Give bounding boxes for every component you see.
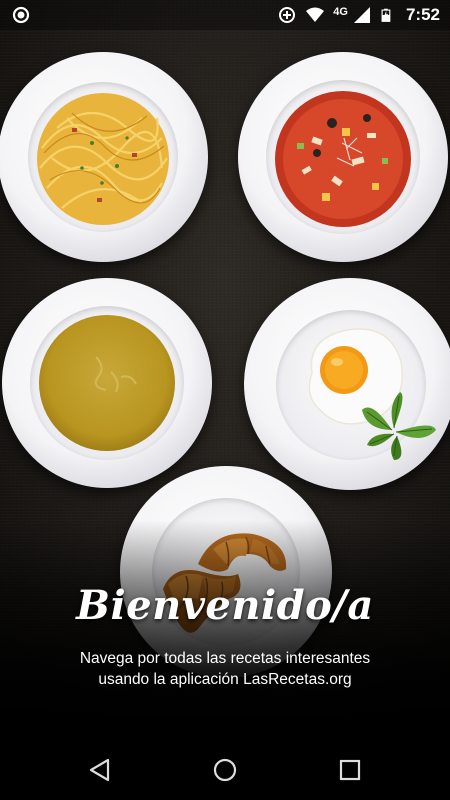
cream-soup-image (39, 315, 175, 451)
data-saver-icon (279, 7, 296, 23)
back-icon[interactable] (86, 756, 114, 784)
spaghetti-image (37, 93, 169, 225)
spaghetti-plate[interactable] (0, 52, 208, 262)
basil-leaves-image (362, 392, 436, 460)
wifi-icon (306, 7, 325, 22)
status-bar: 4G 7:52 (0, 0, 450, 30)
home-icon[interactable] (211, 756, 239, 784)
navigation-bar (0, 740, 450, 800)
welcome-title: Bienvenido/a (76, 582, 374, 629)
welcome-description: Navega por todas las recetas interesante… (79, 650, 371, 688)
status-time: 7:52 (405, 5, 440, 24)
vegetable-soup-image (275, 91, 411, 227)
cream-soup-plate[interactable] (2, 278, 212, 488)
fried-egg-plate[interactable] (244, 278, 450, 490)
recent-apps-icon[interactable] (336, 756, 364, 784)
vegetable-soup-plate[interactable] (238, 52, 448, 262)
network-type-label: 4G (333, 6, 348, 18)
battery-charging-icon (381, 8, 391, 22)
notification-circle-icon (12, 6, 30, 24)
signal-icon (353, 7, 370, 23)
